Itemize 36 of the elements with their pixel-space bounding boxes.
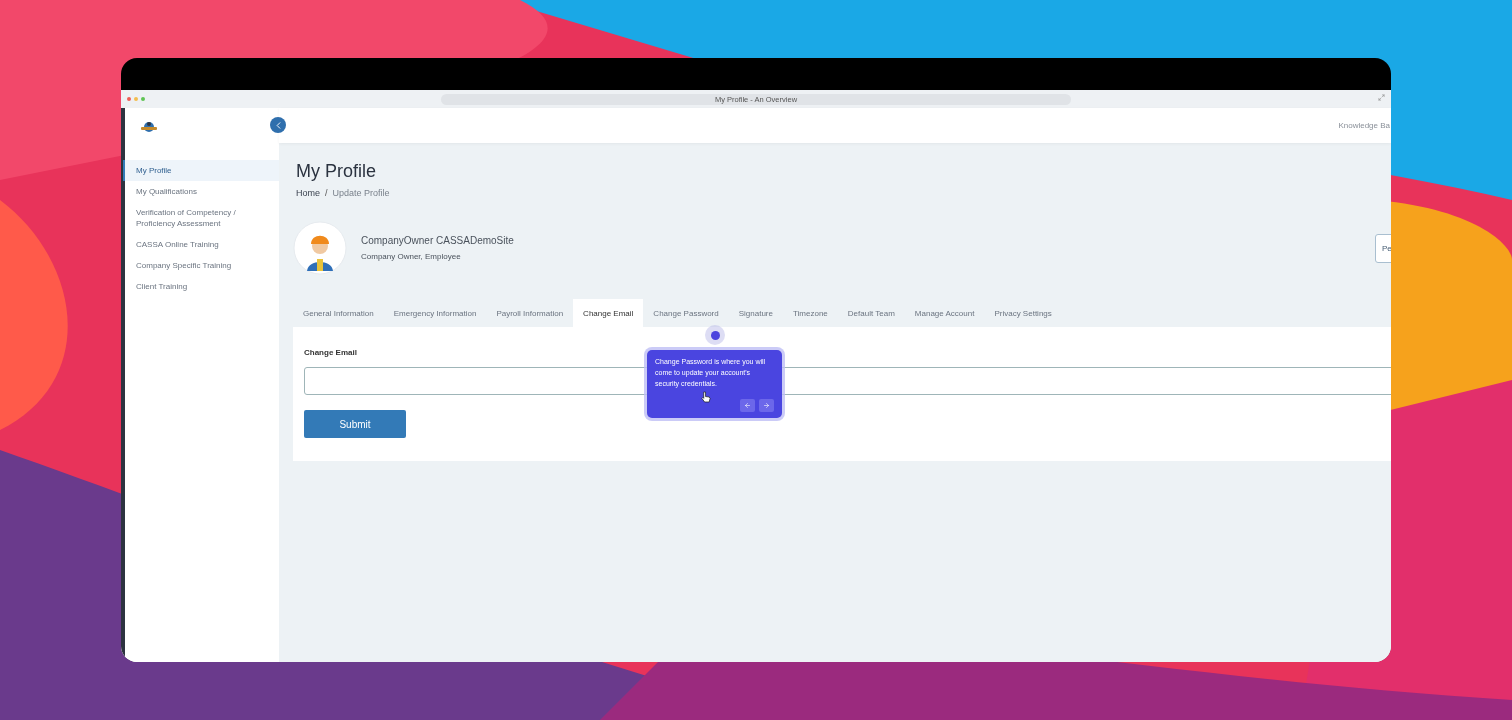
avatar bbox=[293, 221, 347, 275]
beacon-dot bbox=[710, 330, 720, 340]
tab[interactable]: Privacy Settings bbox=[984, 299, 1062, 327]
submit-button[interactable]: Submit bbox=[304, 410, 406, 438]
arrow-left-icon bbox=[744, 402, 751, 409]
tab[interactable]: Default Team bbox=[837, 299, 905, 327]
tab[interactable]: Signature bbox=[728, 299, 783, 327]
profile-name: CompanyOwner CASSADemoSite bbox=[361, 235, 515, 246]
sidebar-item[interactable]: Company Specific Training bbox=[123, 255, 279, 276]
tab[interactable]: Emergency Information bbox=[383, 299, 487, 327]
sidebar-item[interactable]: My Profile bbox=[123, 160, 279, 181]
breadcrumb-separator: / bbox=[325, 188, 328, 198]
hand-cursor-icon bbox=[701, 391, 711, 403]
tab[interactable]: Change Email bbox=[573, 299, 644, 327]
expand-icon[interactable] bbox=[1378, 94, 1385, 101]
tab[interactable]: Manage Account bbox=[904, 299, 985, 327]
sidebar-item[interactable]: My Qualifications bbox=[123, 181, 279, 202]
sidebar-item[interactable]: CASSA Online Training bbox=[123, 234, 279, 255]
arrow-right-icon bbox=[763, 402, 770, 409]
sidebar-item[interactable]: Client Training bbox=[123, 276, 279, 297]
logo-icon bbox=[140, 120, 158, 134]
knowledge-base-link[interactable]: Knowledge Ba bbox=[1338, 121, 1390, 130]
profile-role: Company Owner, Employee bbox=[361, 252, 462, 261]
tab[interactable]: Payroll Information bbox=[486, 299, 574, 327]
sidebar-item[interactable]: Verification of Competency / Proficiency Assessment bbox=[123, 202, 279, 234]
breadcrumb-link[interactable]: Home bbox=[296, 188, 320, 198]
breadcrumb-link[interactable]: Update Profile bbox=[332, 188, 390, 198]
next-button[interactable] bbox=[759, 399, 774, 412]
tab[interactable]: Timezone bbox=[783, 299, 838, 327]
tab[interactable]: General Information bbox=[293, 299, 384, 327]
collapse-button[interactable] bbox=[270, 117, 286, 133]
tab[interactable]: Change Password bbox=[643, 299, 729, 327]
page-title: My Profile bbox=[296, 161, 377, 182]
profile-button[interactable]: Pe bbox=[1375, 233, 1391, 263]
field-label: Change Email bbox=[304, 348, 358, 357]
previous-button[interactable] bbox=[740, 399, 755, 412]
